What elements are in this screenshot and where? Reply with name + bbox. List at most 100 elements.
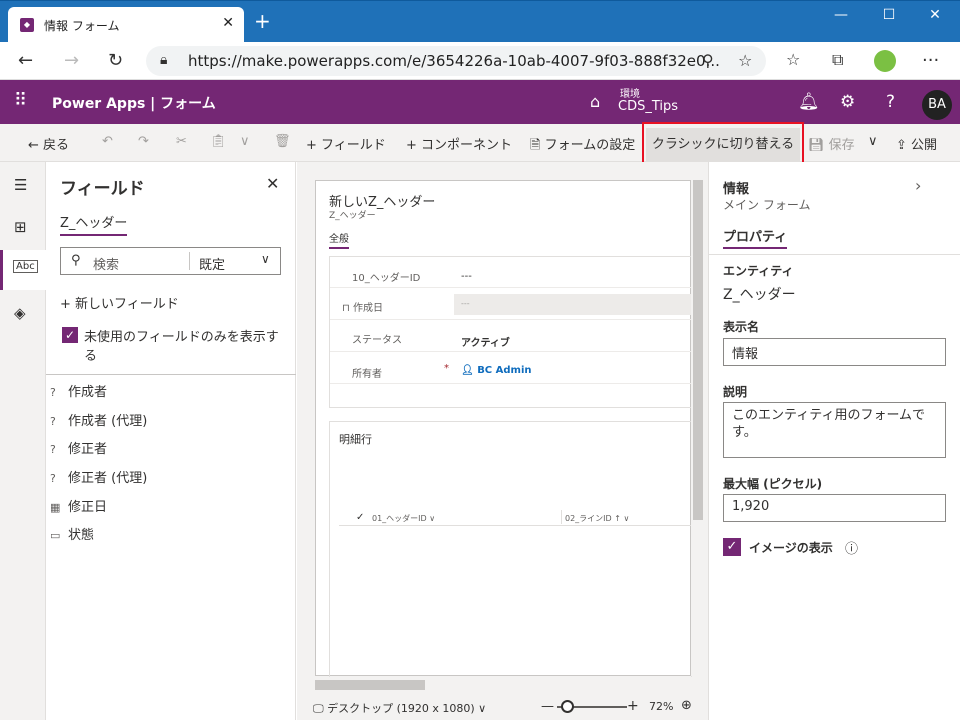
show-image-checkbox[interactable]: ✓: [723, 538, 741, 556]
field-item[interactable]: ? 作成者 (代理): [50, 410, 147, 429]
cut-icon[interactable]: ✂: [176, 134, 187, 149]
minimize-button[interactable]: —: [818, 7, 864, 23]
field-value: ---: [461, 299, 470, 308]
search-icon: ⚲: [71, 253, 81, 268]
switch-to-classic-button[interactable]: クラシックに切り替える: [646, 128, 800, 162]
browser-tab[interactable]: ◆ 情報 フォーム ✕: [8, 7, 244, 43]
close-window-button[interactable]: ✕: [912, 7, 958, 23]
avatar[interactable]: BA: [922, 90, 952, 120]
info-icon[interactable]: ⓘ: [845, 538, 858, 557]
delete-icon[interactable]: 🗑︎: [274, 134, 291, 149]
close-icon[interactable]: ✕: [266, 174, 279, 193]
field-label: 所有者: [352, 369, 382, 380]
subgrid-column-header[interactable]: 01_ヘッダーID ∨: [372, 513, 435, 524]
chevron-right-icon[interactable]: ›: [915, 176, 921, 195]
left-rail: ☰ ⊞ Abc ◈: [0, 162, 46, 720]
new-tab-button[interactable]: +: [254, 11, 271, 31]
field-label: 10_ヘッダーID: [352, 273, 421, 284]
fit-to-screen-icon[interactable]: ⊕: [681, 698, 692, 713]
field-filter-select[interactable]: 既定: [199, 254, 225, 273]
properties-subheader: メイン フォーム: [723, 198, 811, 212]
address-bar-row: ← → ↻ 🔒︎ https://make.powerapps.com/e/36…: [0, 42, 960, 80]
favorites-icon[interactable]: ☆: [786, 50, 800, 69]
scrollbar-thumb[interactable]: [315, 680, 425, 690]
fields-icon[interactable]: Abc: [13, 260, 38, 273]
publish-button[interactable]: ⇪ 公開: [896, 134, 937, 153]
notifications-bell-icon[interactable]: 🔔︎: [798, 92, 820, 112]
zoom-in-icon[interactable]: +: [627, 698, 639, 714]
components-icon[interactable]: ⊞: [14, 218, 27, 236]
row-divider: [330, 319, 692, 320]
add-component-button[interactable]: + コンポーネント: [406, 134, 512, 153]
fields-panel: フィールド ✕ Z_ヘッダー ⚲ 検索 既定 ∨ + 新しいフィールド ✓ 未使…: [46, 162, 296, 720]
read-only-field: [454, 294, 692, 315]
chevron-down-icon[interactable]: ∨: [261, 252, 270, 266]
browser-tab-bar: ◆ 情報 フォーム ✕ + — ☐ ✕: [0, 0, 960, 43]
form-preview[interactable]: 新しいZ_ヘッダー Z_ヘッダー 全般 10_ヘッダーID --- ⊓ 作成日 …: [315, 180, 693, 677]
owner-lookup[interactable]: 👤︎ BC Admin: [461, 365, 532, 376]
hamburger-menu-icon[interactable]: ☰: [14, 176, 27, 194]
zoom-level: 72%: [649, 700, 674, 713]
paste-dropdown-icon[interactable]: ∨: [240, 134, 250, 149]
refresh-icon[interactable]: ↻: [108, 50, 123, 71]
entity-value: Z_ヘッダー: [723, 287, 796, 303]
collections-icon[interactable]: ⧉: [832, 50, 843, 70]
paste-icon[interactable]: 📋︎: [210, 134, 227, 149]
max-width-input[interactable]: 1,920: [723, 494, 946, 522]
field-item[interactable]: ? 作成者: [50, 381, 107, 400]
field-item[interactable]: ▦ 修正日: [50, 496, 107, 515]
field-value[interactable]: アクティブ: [461, 334, 510, 349]
field-value[interactable]: ---: [461, 271, 472, 282]
redo-icon[interactable]: ↷: [138, 134, 149, 149]
power-apps-favicon-icon: ◆: [20, 18, 34, 32]
required-marker: *: [444, 363, 449, 374]
forward-arrow-icon[interactable]: →: [64, 50, 79, 71]
tab-general[interactable]: 全般: [329, 230, 349, 249]
search-input[interactable]: 検索: [93, 254, 119, 273]
url-field[interactable]: 🔒︎ https://make.powerapps.com/e/3654226a…: [146, 46, 766, 76]
subgrid-column-header[interactable]: 02_ラインID ↑ ∨: [565, 513, 629, 524]
device-selector[interactable]: 🖵︎ デスクトップ (1920 x 1080) ∨: [313, 700, 486, 716]
field-item[interactable]: ? 修正者 (代理): [50, 467, 147, 486]
tab-properties[interactable]: プロパティ: [723, 226, 788, 249]
search-separator: [189, 252, 190, 270]
back-button[interactable]: ← 戻る: [28, 134, 69, 153]
form-section-general[interactable]: 10_ヘッダーID --- ⊓ 作成日 --- ステータス アクティブ 所有者 …: [329, 256, 692, 408]
waffle-icon[interactable]: ⠿: [14, 92, 27, 110]
favorite-star-icon[interactable]: ☆: [738, 51, 752, 70]
zoom-out-icon[interactable]: —: [541, 699, 554, 714]
description-label: 説明: [723, 385, 748, 399]
field-item[interactable]: ? 修正者: [50, 438, 107, 457]
tree-view-icon[interactable]: ◈: [14, 304, 26, 322]
display-name-input[interactable]: 情報: [723, 338, 946, 366]
zoom-slider-thumb[interactable]: [561, 700, 574, 713]
environment-name[interactable]: CDS_Tips: [618, 99, 678, 114]
zoom-icon[interactable]: ⚲: [702, 51, 714, 70]
save-button[interactable]: 💾︎ 保存: [808, 134, 855, 153]
description-textarea[interactable]: このエンティティ用のフォームです。: [723, 402, 946, 458]
more-menu-icon[interactable]: ···: [922, 50, 939, 71]
settings-gear-icon[interactable]: ⚙: [840, 92, 855, 112]
extension-icon[interactable]: [874, 50, 896, 72]
entity-tab[interactable]: Z_ヘッダー: [60, 212, 128, 236]
subgrid-section[interactable]: 明細行 ✓ 01_ヘッダーID ∨ 02_ラインID ↑ ∨: [329, 421, 693, 677]
select-all-checkmark-icon[interactable]: ✓: [356, 512, 364, 523]
tab-close-icon[interactable]: ✕: [222, 15, 234, 31]
form-settings-button[interactable]: 🗎︎ フォームの設定: [530, 134, 635, 158]
new-field-button[interactable]: + 新しいフィールド: [60, 293, 179, 312]
unused-only-checkbox[interactable]: ✓: [62, 327, 78, 343]
horizontal-scrollbar[interactable]: [297, 678, 691, 692]
help-icon[interactable]: ?: [886, 92, 895, 112]
fields-panel-title: フィールド: [60, 179, 145, 199]
scrollbar-thumb[interactable]: [693, 180, 703, 520]
add-field-button[interactable]: + フィールド: [306, 134, 386, 153]
save-dropdown-icon[interactable]: ∨: [868, 134, 878, 149]
back-arrow-icon[interactable]: ←: [18, 50, 33, 71]
environment-icon: ⌂: [590, 92, 601, 111]
maximize-button[interactable]: ☐: [866, 7, 912, 23]
undo-icon[interactable]: ↶: [102, 134, 113, 149]
form-subtitle: Z_ヘッダー: [329, 211, 376, 221]
unused-only-label: 未使用のフィールドのみを表示する: [84, 330, 279, 364]
field-item[interactable]: ▭ 状態: [50, 524, 94, 543]
vertical-scrollbar[interactable]: [691, 180, 705, 676]
